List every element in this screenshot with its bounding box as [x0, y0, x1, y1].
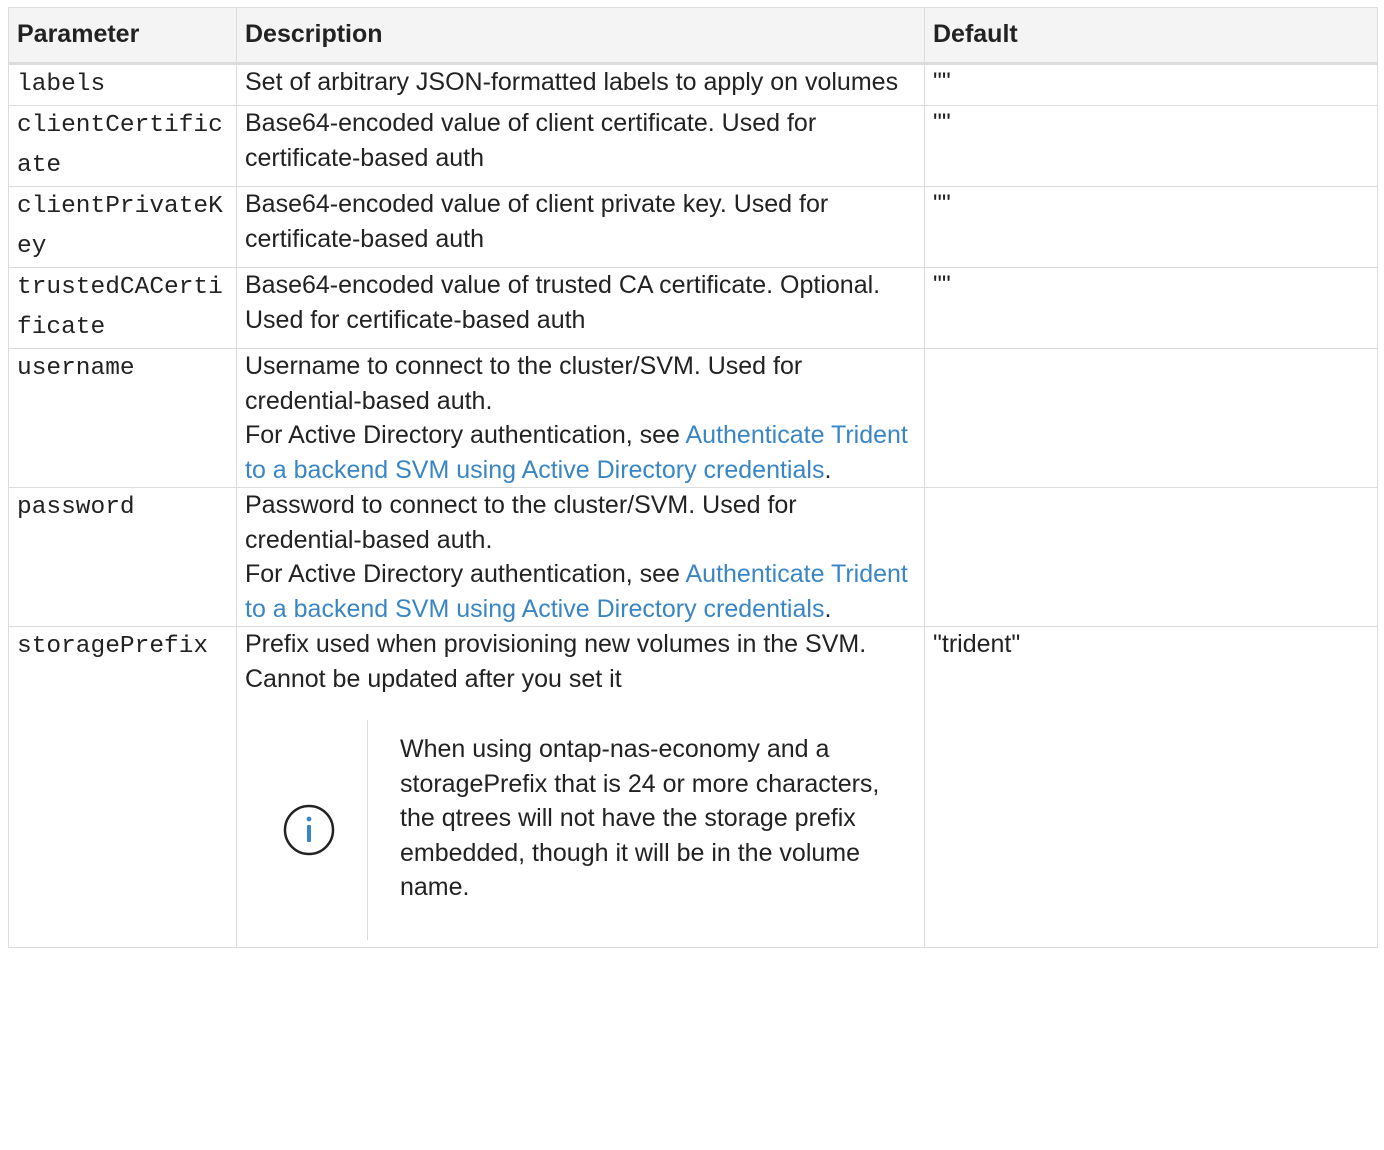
ad-auth-prefix: For Active Directory authentication, see: [245, 421, 686, 449]
param-default: "": [924, 63, 1378, 106]
param-description: Base64-encoded value of client certifica…: [236, 105, 925, 187]
note-admonition: When using ontap-nas-economy and a stora…: [245, 720, 916, 940]
description-text: Username to connect to the cluster/SVM. …: [245, 352, 803, 415]
info-icon: [283, 804, 334, 856]
note-icon-column: [245, 720, 368, 940]
header-default: Default: [924, 7, 1378, 65]
param-name: clientCertificate: [8, 105, 237, 187]
param-description: Set of arbitrary JSON-formatted labels t…: [236, 63, 925, 106]
param-default: "trident": [924, 626, 1378, 948]
table-header-row: Parameter Description Default: [8, 7, 1378, 65]
header-parameter: Parameter: [8, 7, 237, 65]
param-name: password: [8, 487, 237, 627]
param-default: [924, 348, 1378, 488]
param-description: Username to connect to the cluster/SVM. …: [236, 348, 925, 488]
description-text: Prefix used when provisioning new volume…: [245, 630, 867, 693]
param-name: trustedCACertificate: [8, 267, 237, 349]
param-description: Prefix used when provisioning new volume…: [236, 626, 925, 948]
description-text: Password to connect to the cluster/SVM. …: [245, 491, 797, 554]
param-default: [924, 487, 1378, 627]
table-row: labels Set of arbitrary JSON-formatted l…: [8, 63, 1378, 106]
parameters-table: Parameter Description Default labels Set…: [8, 7, 1378, 948]
table-row: password Password to connect to the clus…: [8, 487, 1378, 627]
param-description: Base64-encoded value of trusted CA certi…: [236, 267, 925, 349]
note-text: When using ontap-nas-economy and a stora…: [400, 735, 880, 901]
table-row: clientPrivateKey Base64-encoded value of…: [8, 186, 1378, 268]
param-description: Password to connect to the cluster/SVM. …: [236, 487, 925, 627]
ad-auth-prefix: For Active Directory authentication, see: [245, 560, 686, 588]
table-row: username Username to connect to the clus…: [8, 348, 1378, 488]
ad-auth-suffix: .: [824, 594, 832, 623]
table-row: clientCertificate Base64-encoded value o…: [8, 105, 1378, 187]
table-row: storagePrefix Prefix used when provision…: [8, 626, 1378, 948]
param-default: "": [924, 186, 1378, 268]
param-default: "": [924, 267, 1378, 349]
param-name: username: [8, 348, 237, 488]
table-row: trustedCACertificate Base64-encoded valu…: [8, 267, 1378, 349]
header-description: Description: [236, 7, 925, 65]
param-name: storagePrefix: [8, 626, 237, 948]
ad-auth-suffix: .: [824, 455, 832, 484]
param-name: clientPrivateKey: [8, 186, 237, 268]
param-default: "": [924, 105, 1378, 187]
param-name: labels: [8, 63, 237, 106]
param-description: Base64-encoded value of client private k…: [236, 186, 925, 268]
